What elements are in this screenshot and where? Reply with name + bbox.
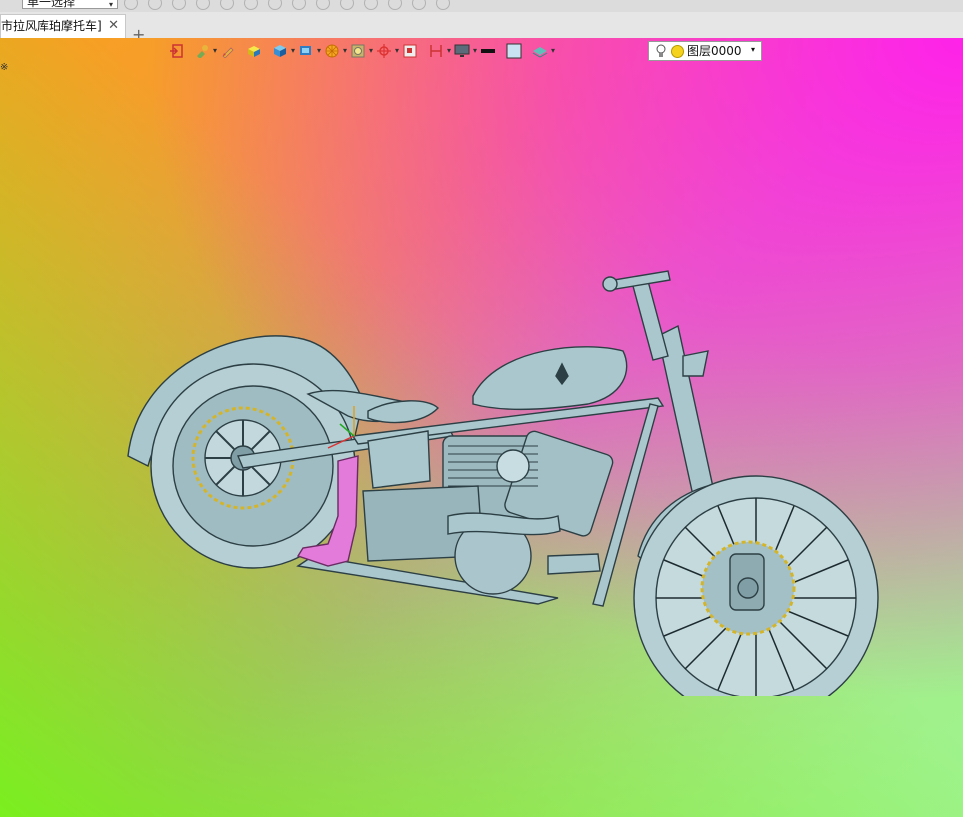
selection-mode-value: 单一选择 — [27, 0, 76, 9]
slash-tool-icon[interactable] — [388, 0, 402, 10]
3d-viewport[interactable]: ※ ▾ ▾ ▾ ▾ ▾ ▾ ▾ ▾ ▾ 图层0000 ▾ — [0, 38, 963, 817]
line-tool-icon[interactable] — [220, 0, 234, 10]
arrow-tool-icon[interactable] — [244, 0, 258, 10]
select-tool-icon[interactable] — [124, 0, 138, 10]
top-toolbar-strip: 单一选择 ▾ — [0, 0, 963, 12]
crosshair-icon[interactable] — [376, 43, 399, 59]
handlebar-riser — [632, 280, 669, 361]
cube-display-icon[interactable] — [298, 43, 321, 59]
line-color-icon[interactable] — [480, 43, 496, 59]
arc-tool-icon[interactable] — [292, 0, 306, 10]
section-view-icon[interactable] — [428, 43, 451, 59]
view-frame-icon[interactable] — [350, 43, 373, 59]
top-tool-icons — [124, 0, 450, 10]
layer-stack-icon[interactable] — [532, 43, 555, 59]
cube-blue-icon[interactable] — [272, 43, 295, 59]
fill-color-icon[interactable] — [506, 43, 522, 59]
sphere-render-icon[interactable] — [324, 43, 347, 59]
fork-tool-icon[interactable] — [364, 0, 378, 10]
pick-tool-icon[interactable] — [148, 0, 162, 10]
point-tool-icon[interactable] — [196, 0, 210, 10]
selection-mode-combo[interactable]: 单一选择 ▾ — [22, 0, 118, 9]
layer-name: 图层0000 — [687, 44, 742, 58]
shade2-tool-icon[interactable] — [436, 0, 450, 10]
circle-tool-icon[interactable] — [268, 0, 282, 10]
document-tab-title: 市拉风库珀摩托车] — [1, 19, 102, 33]
footpeg-assembly — [547, 553, 601, 575]
layer-visible-icon[interactable] — [671, 45, 684, 58]
pencil-icon[interactable] — [220, 43, 236, 59]
air-cleaner — [496, 449, 530, 483]
shade-tool-icon[interactable] — [412, 0, 426, 10]
exit-icon[interactable] — [168, 43, 184, 59]
headlight — [682, 350, 709, 377]
paint-tool-icon[interactable] — [194, 43, 217, 59]
front-axle — [737, 577, 759, 599]
layer-select[interactable]: 图层0000 ▾ — [648, 41, 762, 61]
grip-left — [602, 276, 618, 292]
document-tab-bar: 市拉风库珀摩托车] ✕ + — [0, 12, 963, 44]
monitor-icon[interactable] — [454, 43, 477, 59]
chevron-down-icon: ▾ — [108, 0, 113, 9]
spline-tool-icon[interactable] — [316, 0, 330, 10]
motorcycle-model[interactable] — [118, 226, 888, 696]
lightbulb-icon[interactable] — [655, 44, 667, 64]
curve-tool-icon[interactable] — [340, 0, 354, 10]
fuel-tank — [472, 346, 628, 410]
small-view-icon[interactable] — [402, 43, 418, 59]
chevron-down-icon: ▾ — [750, 45, 755, 54]
oil-tank — [367, 430, 431, 489]
box-yellow-icon[interactable] — [246, 43, 262, 59]
close-icon[interactable]: ✕ — [108, 15, 119, 37]
document-tab[interactable]: 市拉风库珀摩托车] ✕ — [0, 14, 126, 38]
viewport-corner-glyph: ※ — [0, 62, 9, 73]
rotate-tool-icon[interactable] — [172, 0, 186, 10]
view-toolbar — [168, 40, 555, 62]
